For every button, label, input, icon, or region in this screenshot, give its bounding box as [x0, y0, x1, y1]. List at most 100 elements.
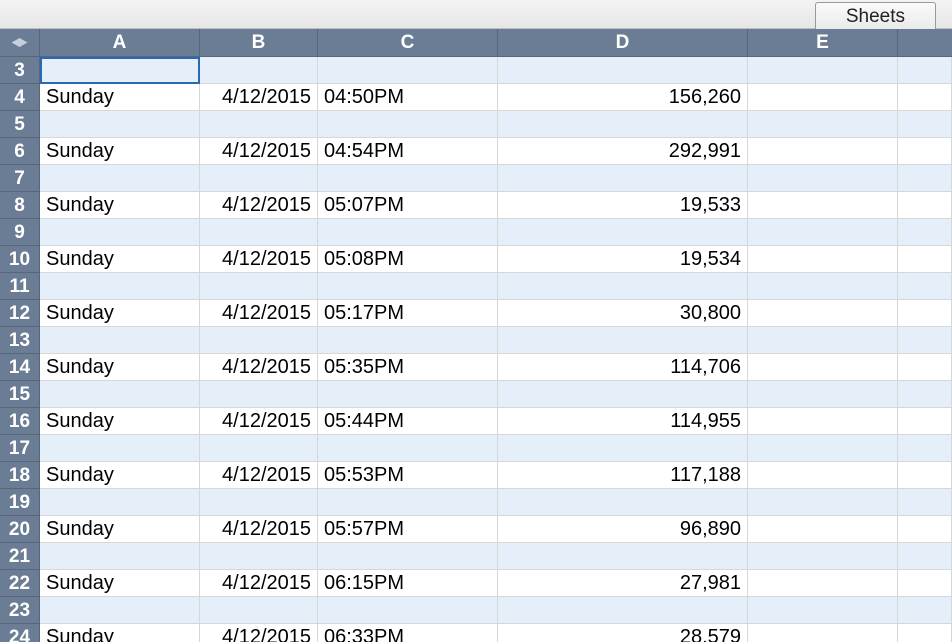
cell[interactable] [898, 543, 952, 570]
cell[interactable]: Sunday [40, 192, 200, 219]
cell[interactable]: Sunday [40, 408, 200, 435]
cell[interactable] [898, 354, 952, 381]
cell[interactable]: 292,991 [498, 138, 748, 165]
cell[interactable] [898, 84, 952, 111]
cell[interactable]: 05:17PM [318, 300, 498, 327]
cell[interactable] [498, 111, 748, 138]
cell[interactable] [748, 165, 898, 192]
cell[interactable]: 19,534 [498, 246, 748, 273]
cell[interactable]: 05:35PM [318, 354, 498, 381]
cell[interactable] [200, 165, 318, 192]
cell[interactable] [40, 165, 200, 192]
row-header[interactable]: 10 [0, 246, 40, 273]
cell[interactable]: 05:57PM [318, 516, 498, 543]
row-header[interactable]: 21 [0, 543, 40, 570]
cell[interactable] [748, 408, 898, 435]
cell[interactable] [40, 111, 200, 138]
cell[interactable] [748, 597, 898, 624]
cell[interactable] [498, 489, 748, 516]
cell[interactable] [498, 273, 748, 300]
cell[interactable] [40, 489, 200, 516]
row-header[interactable]: 4 [0, 84, 40, 111]
cell[interactable] [200, 489, 318, 516]
row-header[interactable]: 17 [0, 435, 40, 462]
cell[interactable] [898, 300, 952, 327]
cell[interactable] [318, 219, 498, 246]
cell[interactable] [318, 435, 498, 462]
tab-sheets[interactable]: Sheets [815, 2, 936, 32]
cell[interactable]: Sunday [40, 84, 200, 111]
row-header[interactable]: 3 [0, 57, 40, 84]
row-header[interactable]: 19 [0, 489, 40, 516]
cell[interactable] [200, 381, 318, 408]
column-header-B[interactable]: B [200, 29, 318, 57]
cell[interactable] [318, 543, 498, 570]
cell[interactable] [748, 84, 898, 111]
cell[interactable] [748, 327, 898, 354]
cell[interactable] [898, 192, 952, 219]
row-header[interactable]: 13 [0, 327, 40, 354]
cell[interactable]: 06:33PM [318, 624, 498, 642]
cell[interactable] [748, 381, 898, 408]
cell[interactable] [748, 543, 898, 570]
cell[interactable] [200, 327, 318, 354]
cell[interactable] [318, 489, 498, 516]
cell[interactable] [748, 111, 898, 138]
cell[interactable] [748, 516, 898, 543]
row-header[interactable]: 14 [0, 354, 40, 381]
cell[interactable]: Sunday [40, 246, 200, 273]
cell[interactable] [318, 111, 498, 138]
row-header[interactable]: 16 [0, 408, 40, 435]
cell[interactable]: 4/12/2015 [200, 408, 318, 435]
cell[interactable] [200, 435, 318, 462]
cell[interactable]: Sunday [40, 462, 200, 489]
row-header[interactable]: 7 [0, 165, 40, 192]
cell[interactable] [318, 165, 498, 192]
cell[interactable] [498, 327, 748, 354]
row-header[interactable]: 9 [0, 219, 40, 246]
cell[interactable] [748, 300, 898, 327]
cell[interactable] [898, 165, 952, 192]
cell[interactable] [200, 57, 318, 84]
cell[interactable] [40, 273, 200, 300]
cell[interactable]: 114,955 [498, 408, 748, 435]
row-header[interactable]: 24 [0, 624, 40, 642]
cell[interactable]: 4/12/2015 [200, 354, 318, 381]
row-header[interactable]: 11 [0, 273, 40, 300]
cell[interactable] [748, 462, 898, 489]
cell[interactable] [318, 597, 498, 624]
cell[interactable] [748, 138, 898, 165]
cell[interactable] [748, 624, 898, 642]
row-header[interactable]: 6 [0, 138, 40, 165]
cell[interactable] [318, 273, 498, 300]
cell[interactable] [200, 111, 318, 138]
cell[interactable]: 96,890 [498, 516, 748, 543]
cell[interactable] [498, 543, 748, 570]
cell[interactable] [748, 570, 898, 597]
cell[interactable] [898, 597, 952, 624]
cell[interactable] [898, 624, 952, 642]
cell[interactable]: 4/12/2015 [200, 246, 318, 273]
cell[interactable] [200, 273, 318, 300]
column-header-blank[interactable] [898, 29, 952, 57]
cell[interactable] [200, 543, 318, 570]
cell[interactable]: 04:50PM [318, 84, 498, 111]
cell[interactable]: Sunday [40, 138, 200, 165]
cell[interactable] [898, 138, 952, 165]
cell[interactable] [200, 597, 318, 624]
row-header[interactable]: 12 [0, 300, 40, 327]
cell[interactable]: 117,188 [498, 462, 748, 489]
row-header[interactable]: 20 [0, 516, 40, 543]
cell[interactable] [898, 408, 952, 435]
column-header-E[interactable]: E [748, 29, 898, 57]
cell[interactable] [898, 462, 952, 489]
cell[interactable] [40, 381, 200, 408]
column-header-D[interactable]: D [498, 29, 748, 57]
cell[interactable] [318, 381, 498, 408]
cell[interactable]: 4/12/2015 [200, 462, 318, 489]
cell[interactable]: Sunday [40, 300, 200, 327]
cell[interactable] [498, 57, 748, 84]
cell[interactable]: 05:08PM [318, 246, 498, 273]
cell[interactable] [498, 597, 748, 624]
cell[interactable]: 19,533 [498, 192, 748, 219]
